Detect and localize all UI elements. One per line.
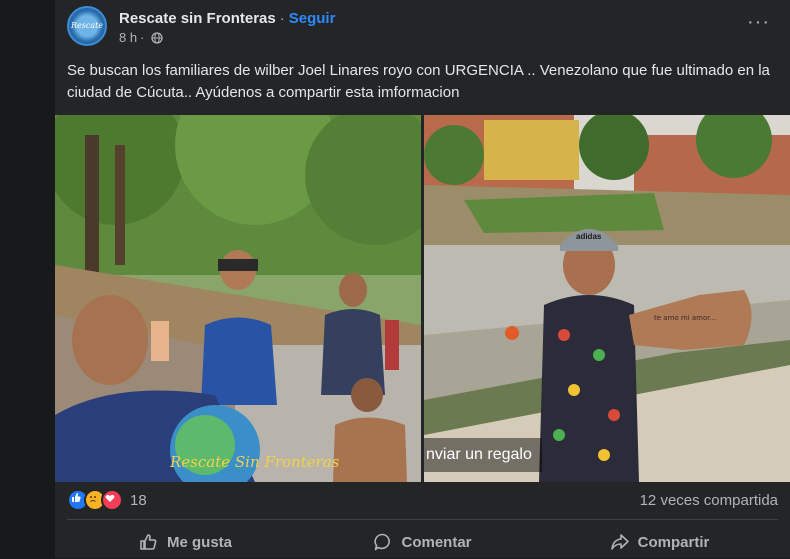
hand-note-text: te amo mi amor... xyxy=(654,314,716,322)
share-button[interactable]: Compartir xyxy=(541,525,778,559)
photo-left[interactable]: Rescate Sin Fronteras xyxy=(55,115,421,482)
meta-separator: · xyxy=(140,30,145,45)
photo-left-image: Rescate Sin Fronteras xyxy=(55,115,421,482)
like-button[interactable]: Me gusta xyxy=(67,525,304,559)
page-name-link[interactable]: Rescate sin Fronteras xyxy=(119,10,276,27)
globe-icon[interactable] xyxy=(151,31,164,44)
love-reaction-icon xyxy=(101,489,123,511)
comment-button-label: Comentar xyxy=(401,533,472,551)
actions-divider xyxy=(67,519,778,520)
reaction-count: 18 xyxy=(130,491,147,509)
photo-right-image: adidas te amo mi amor... xyxy=(424,115,790,482)
reactions-summary[interactable]: 18 xyxy=(67,489,147,511)
share-arrow-icon xyxy=(610,534,629,550)
cap-logo-text: adidas xyxy=(576,232,602,241)
post-meta: 8 h · xyxy=(119,30,164,45)
shirt-print-text: Rescate Sin Fronteras xyxy=(169,453,340,471)
post-header: Rescate Rescate sin Fronteras · Seguir 8 h… xyxy=(67,6,790,52)
photo-grid: Rescate Sin Fronteras adidas te amo mi a… xyxy=(55,115,790,482)
send-gift-overlay[interactable]: nviar un regalo xyxy=(424,438,542,472)
post-time-link[interactable]: 8 h xyxy=(119,30,137,45)
comment-bubble-icon xyxy=(374,533,391,551)
post-card: Rescate Rescate sin Fronteras · Seguir 8 h… xyxy=(55,0,790,558)
shares-count-link[interactable]: 12 veces compartida xyxy=(640,492,778,509)
comment-button[interactable]: Comentar xyxy=(304,525,541,559)
photo-right[interactable]: adidas te amo mi amor... nviar un regalo xyxy=(424,115,790,482)
share-button-label: Compartir xyxy=(637,533,710,551)
post-title-line: Rescate sin Fronteras · Seguir xyxy=(119,10,335,27)
avatar-logo-text: Rescate xyxy=(70,21,104,30)
thumbs-up-icon xyxy=(140,534,157,550)
post-stats: 18 12 veces compartida xyxy=(67,486,778,516)
follow-button[interactable]: Seguir xyxy=(289,10,336,27)
more-options-icon[interactable]: ··· xyxy=(747,12,770,32)
title-separator: · xyxy=(279,10,285,27)
like-button-label: Me gusta xyxy=(166,533,232,551)
page-avatar[interactable]: Rescate xyxy=(67,6,107,46)
post-actions: Me gusta Comentar Compartir xyxy=(67,525,778,559)
post-text: Se buscan los familiares de wilber Joel … xyxy=(67,62,770,101)
